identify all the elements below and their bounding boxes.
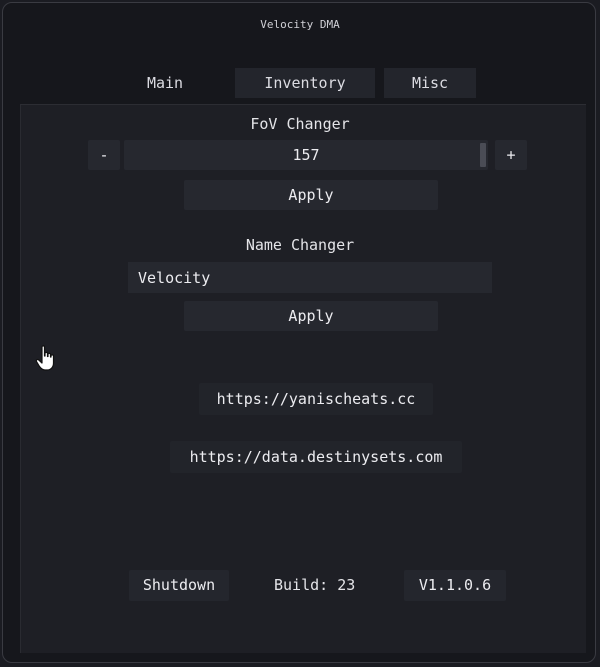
- tab-main[interactable]: Main: [134, 68, 196, 98]
- tab-inventory[interactable]: Inventory: [235, 68, 375, 98]
- build-number: Build: 23: [274, 576, 356, 594]
- name-changer-heading: Name Changer: [245, 236, 355, 254]
- shutdown-button[interactable]: Shutdown: [129, 570, 229, 601]
- hand-cursor-icon: [35, 345, 55, 371]
- tab-misc[interactable]: Misc: [384, 68, 476, 98]
- fov-slider-handle[interactable]: [480, 143, 486, 167]
- name-apply-button[interactable]: Apply: [184, 301, 438, 331]
- tab-bar: Main Inventory Misc: [0, 68, 600, 98]
- window-title: Velocity DMA: [260, 18, 340, 31]
- fov-changer-heading: FoV Changer: [250, 115, 350, 133]
- fov-increment-button[interactable]: +: [495, 140, 527, 170]
- name-input[interactable]: [128, 262, 492, 293]
- fov-apply-button[interactable]: Apply: [184, 180, 438, 210]
- fov-slider-value: 157: [292, 146, 320, 164]
- fov-slider[interactable]: 157: [124, 140, 488, 170]
- version-badge: V1.1.0.6: [404, 570, 506, 601]
- fov-decrement-button[interactable]: -: [88, 140, 120, 170]
- yanischeats-link-button[interactable]: https://yanischeats.cc: [199, 383, 433, 415]
- destinysets-link-button[interactable]: https://data.destinysets.com: [170, 441, 462, 473]
